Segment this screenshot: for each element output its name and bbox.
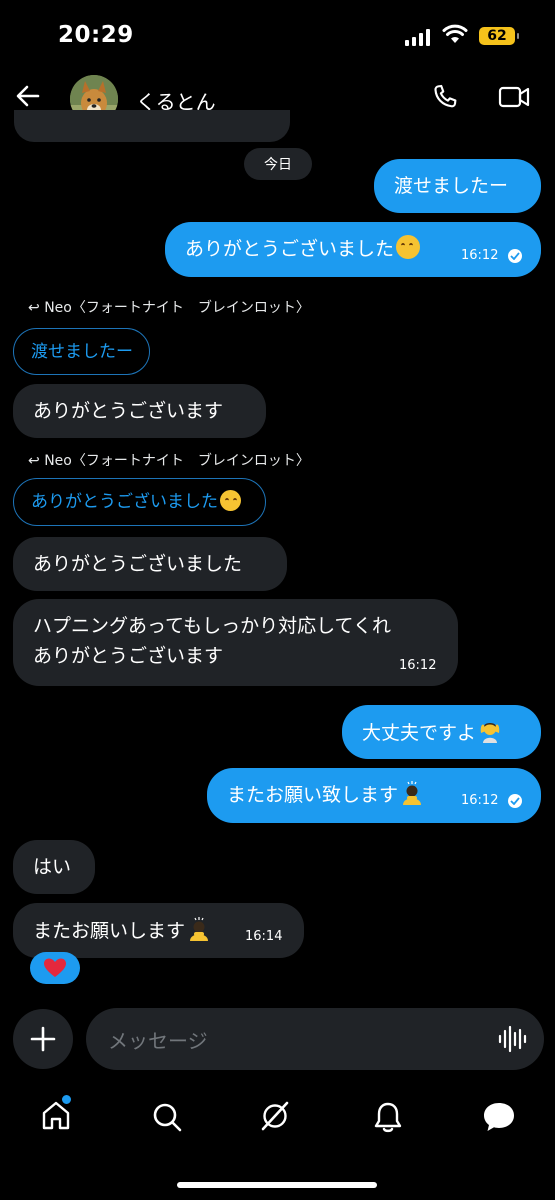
outgoing-message[interactable]: 渡せましたー — [374, 159, 541, 213]
battery-indicator: 62 — [479, 27, 519, 45]
read-receipt-icon — [508, 249, 522, 263]
message-timestamp: 16:14 — [245, 929, 283, 944]
reply-label: ↩ Neo〈フォートナイト ブレインロット〉 — [28, 300, 310, 316]
person-bowing-emoji — [400, 781, 424, 805]
messages-icon[interactable] — [481, 1100, 517, 1138]
home-indicator — [177, 1182, 377, 1188]
message-timestamp: 16:12 — [461, 248, 499, 263]
read-receipt-icon — [508, 794, 522, 808]
plus-icon — [30, 1026, 56, 1052]
incoming-message[interactable]: ハプニングあってもしっかり対応してくれ ありがとうございます — [13, 599, 458, 686]
search-icon[interactable] — [151, 1101, 183, 1137]
message-input-placeholder: メッセージ — [108, 1028, 208, 1053]
bell-icon[interactable] — [372, 1100, 404, 1138]
previous-message-fragment — [14, 110, 290, 142]
message-text: ありがとうございました — [33, 553, 243, 575]
phone-icon[interactable] — [430, 82, 460, 116]
message-text: はい — [33, 856, 72, 878]
message-timestamp: 16:12 — [399, 658, 437, 673]
message-text: またお願いします — [33, 920, 186, 942]
heart-icon — [44, 958, 66, 977]
quoted-message[interactable]: ありがとうございました — [13, 478, 266, 526]
message-text: ありがとうございました — [185, 238, 395, 260]
date-chip: 今日 — [244, 148, 312, 180]
message-text-line: ありがとうございます — [33, 645, 224, 667]
signal-icon — [405, 28, 430, 46]
person-bowing-emoji — [187, 917, 211, 941]
message-text-line: ハプニングあってもしっかり対応してくれ — [33, 615, 391, 637]
reply-label: ↩ Neo〈フォートナイト ブレインロット〉 — [28, 453, 310, 469]
incoming-message[interactable]: ありがとうございました — [13, 537, 287, 591]
incoming-message[interactable]: ありがとうございます — [13, 384, 266, 438]
quoted-message[interactable]: 渡せましたー — [13, 328, 150, 375]
add-attachment-button[interactable] — [13, 1009, 73, 1069]
heart-reaction[interactable] — [30, 952, 80, 984]
message-text: 大丈夫ですよ — [362, 722, 477, 744]
message-text: 渡せましたー — [394, 175, 509, 197]
message-input[interactable]: メッセージ — [86, 1008, 544, 1070]
notification-dot — [60, 1093, 73, 1106]
smiling-face-emoji — [396, 235, 421, 259]
wifi-icon — [442, 24, 468, 48]
outgoing-message[interactable]: 大丈夫ですよ — [342, 705, 541, 759]
status-time: 20:29 — [58, 22, 134, 48]
message-text: ありがとうございます — [33, 400, 224, 422]
reply-arrow-icon: ↩ — [28, 453, 40, 469]
message-timestamp: 16:12 — [461, 793, 499, 808]
smiling-face-emoji — [220, 490, 241, 511]
reply-arrow-icon: ↩ — [28, 300, 40, 316]
message-text: またお願い致します — [227, 784, 399, 806]
incoming-message[interactable]: はい — [13, 840, 95, 894]
person-gesturing-ok-emoji — [478, 719, 502, 743]
video-icon[interactable] — [498, 84, 530, 114]
voice-wave-icon[interactable] — [497, 1024, 527, 1058]
grok-icon[interactable] — [258, 1099, 292, 1137]
